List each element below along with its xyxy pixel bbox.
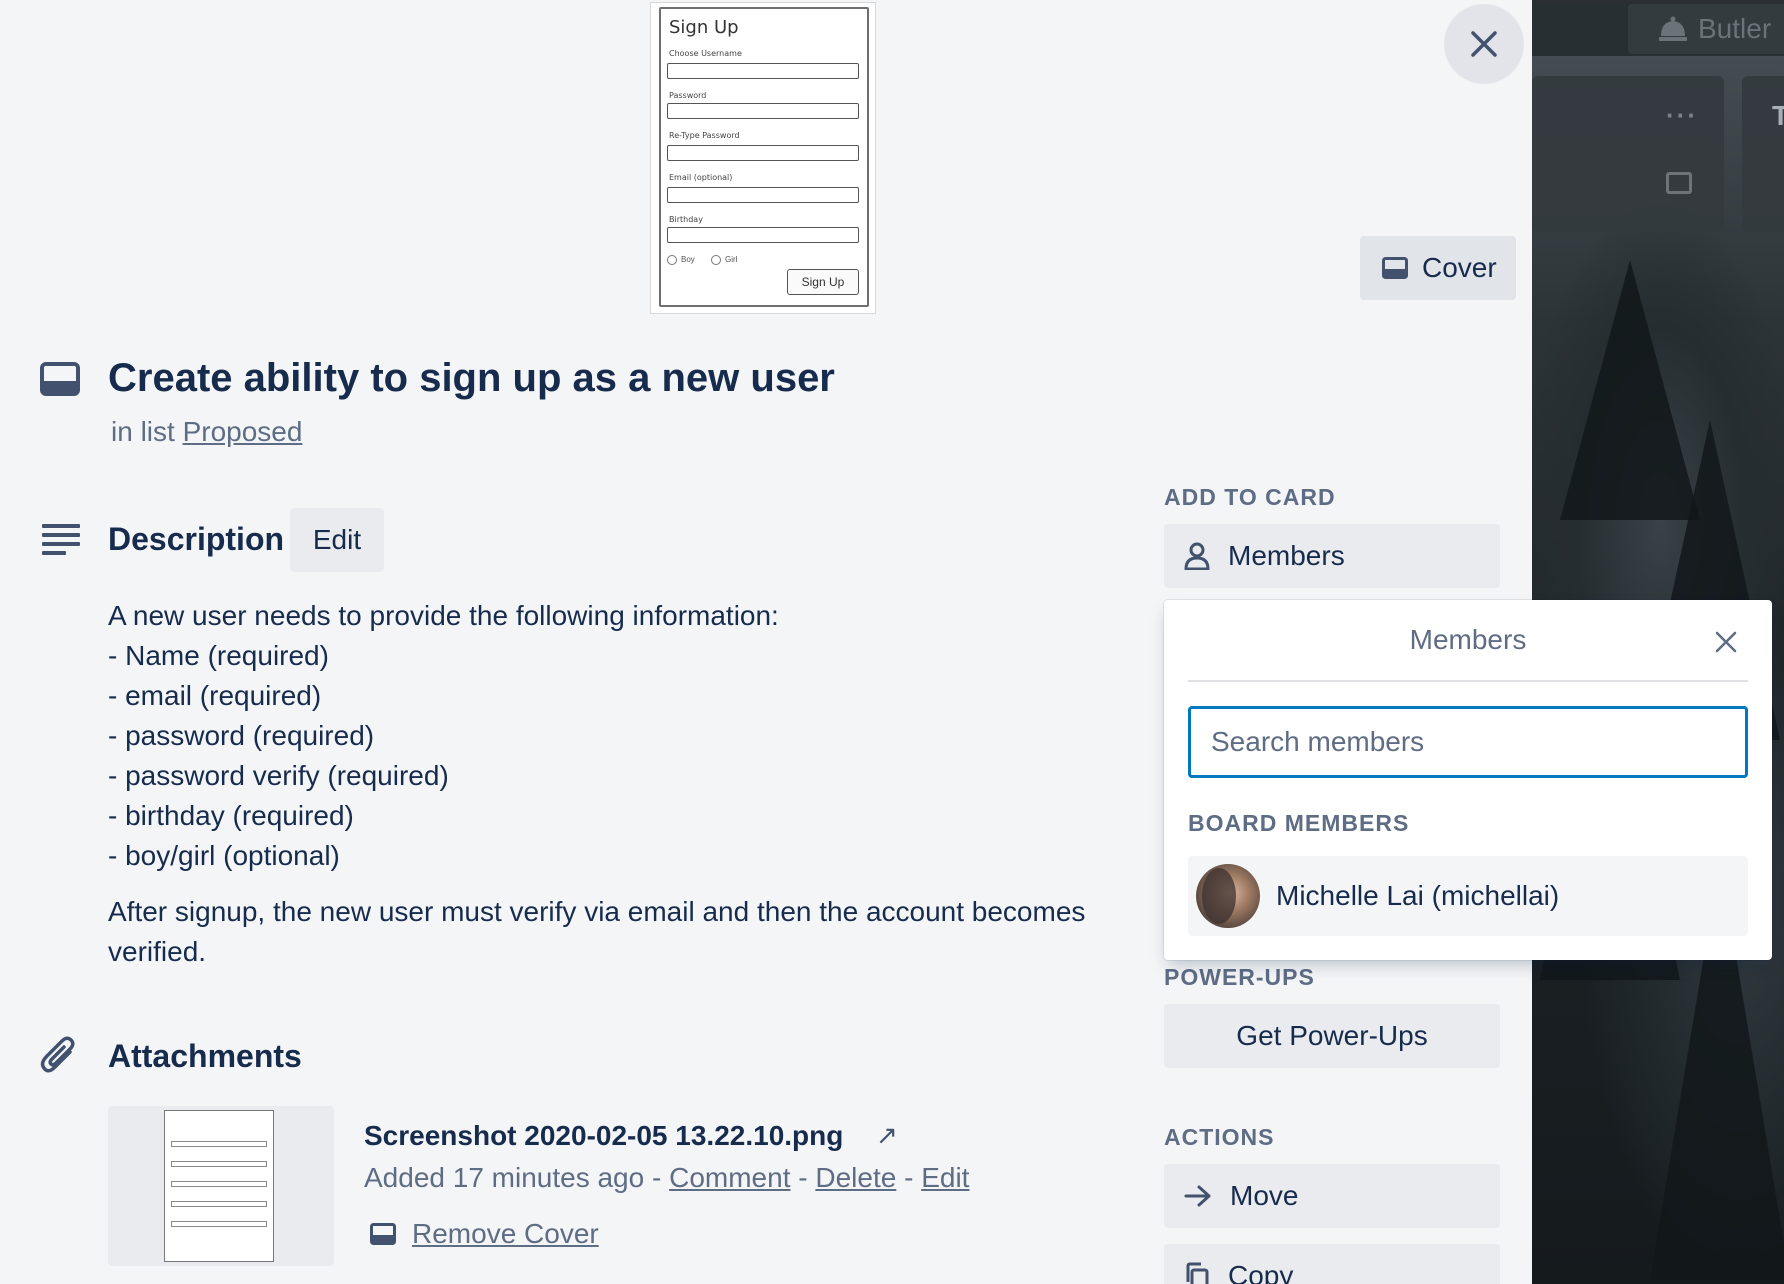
attachment-meta: Added 17 minutes ago - Comment - Delete … [364,1162,969,1194]
attachment-name[interactable]: Screenshot 2020-02-05 13.22.10.png [364,1120,843,1152]
thumb-line [171,1141,267,1147]
description-body[interactable]: A new user needs to provide the followin… [108,596,1088,972]
add-to-card-heading: ADD TO CARD [1164,484,1336,510]
description-line: - Name (required) [108,640,329,671]
description-line: A new user needs to provide the followin… [108,600,779,631]
edit-description-button[interactable]: Edit [290,508,384,572]
description-line: - password verify (required) [108,760,449,791]
list-link[interactable]: Proposed [183,416,303,447]
cover-image[interactable]: Sign Up Choose Username Password Re-Type… [650,2,876,314]
popover-title: Members [1409,624,1527,655]
next-list-title: T [1772,100,1784,131]
description-line: - password (required) [108,720,375,751]
wireframe-field [667,63,859,79]
wireframe-field [667,227,859,243]
card-title[interactable]: Create ability to sign up as a new user [108,356,835,401]
cover-button[interactable]: Cover [1360,236,1516,300]
members-popover: Members BOARD MEMBERS Michelle Lai (mich… [1164,600,1772,960]
move-button-label: Move [1230,1180,1299,1211]
wireframe-radio [711,255,721,265]
member-row[interactable]: Michelle Lai (michellai) [1188,856,1748,936]
wireframe-field-label: Email (optional) [669,173,733,182]
member-name: Michelle Lai (michellai) [1276,880,1560,911]
copy-icon [1186,1262,1209,1284]
power-ups-heading: POWER-UPS [1164,964,1315,990]
in-list-prefix: in list [111,416,175,447]
wireframe-radio [667,255,677,265]
members-button-label: Members [1228,540,1345,571]
move-button[interactable]: Move [1164,1164,1500,1228]
wireframe-field-label: Re-Type Password [669,131,740,140]
board-members-heading: BOARD MEMBERS [1188,810,1410,836]
attachment-edit-link[interactable]: Edit [921,1162,969,1193]
close-icon [1471,31,1497,57]
wireframe-field [667,187,859,203]
paperclip-icon [40,1036,75,1073]
description-line: - boy/girl (optional) [108,840,340,871]
remove-cover-label: Remove Cover [412,1218,599,1249]
meta-separator: - [644,1162,670,1193]
attachment-thumbnail[interactable] [108,1106,334,1266]
thumb-line [171,1161,267,1167]
wireframe-field [667,103,859,119]
card-cover: Sign Up Choose Username Password Re-Type… [0,0,1532,318]
cover-button-label: Cover [1422,252,1497,283]
person-icon [1184,542,1210,570]
members-button[interactable]: Members [1164,524,1500,588]
remove-cover-link[interactable]: Remove Cover [370,1218,599,1250]
wireframe-field-label: Choose Username [669,49,742,58]
list-card-icon [1666,172,1692,194]
attachments-heading: Attachments [108,1038,302,1074]
in-list-text: in list Proposed [111,416,302,448]
card-cover-icon [1382,257,1408,279]
arrow-right-icon [1184,1185,1211,1207]
description-line: - birthday (required) [108,800,354,831]
get-power-ups-button[interactable]: Get Power-Ups [1164,1004,1500,1068]
card-icon [40,362,80,396]
wireframe-field-label: Password [669,91,707,100]
wireframe-field-label: Birthday [669,215,703,224]
wireframe-button: Sign Up [787,269,859,295]
avatar [1196,864,1260,928]
meta-separator: - [896,1162,922,1193]
card-cover-icon [370,1223,396,1245]
attachment-delete-link[interactable]: Delete [815,1162,896,1193]
butler-button[interactable]: Butler [1628,4,1784,54]
attachment-comment-link[interactable]: Comment [669,1162,790,1193]
thumb-line [171,1201,267,1207]
close-card-button[interactable] [1444,4,1524,84]
description-line: - email (required) [108,680,322,711]
wireframe-title: Sign Up [669,17,739,38]
close-icon[interactable] [1714,630,1738,654]
description-icon [42,524,80,555]
bell-icon [1659,16,1687,41]
list-menu-icon[interactable]: ··· [1666,100,1698,131]
description-heading: Description [108,521,285,557]
attachment-thumbnail-image [164,1110,274,1262]
thumb-line [171,1221,267,1227]
actions-heading: ACTIONS [1164,1124,1275,1150]
thumb-line [171,1181,267,1187]
description-paragraph: After signup, the new user must verify v… [108,896,1086,967]
butler-label: Butler [1698,13,1772,44]
attachment-added: Added 17 minutes ago [364,1162,645,1193]
wireframe-radio-label: Girl [725,255,738,264]
copy-button-label: Copy [1228,1260,1294,1284]
popover-divider [1188,680,1748,682]
copy-button[interactable]: Copy [1164,1244,1500,1284]
wireframe-field [667,145,859,161]
search-members-input[interactable] [1188,706,1748,778]
meta-separator: - [790,1162,816,1193]
wireframe-radio-label: Boy [681,255,695,264]
external-link-icon[interactable]: ↗ [876,1120,898,1151]
